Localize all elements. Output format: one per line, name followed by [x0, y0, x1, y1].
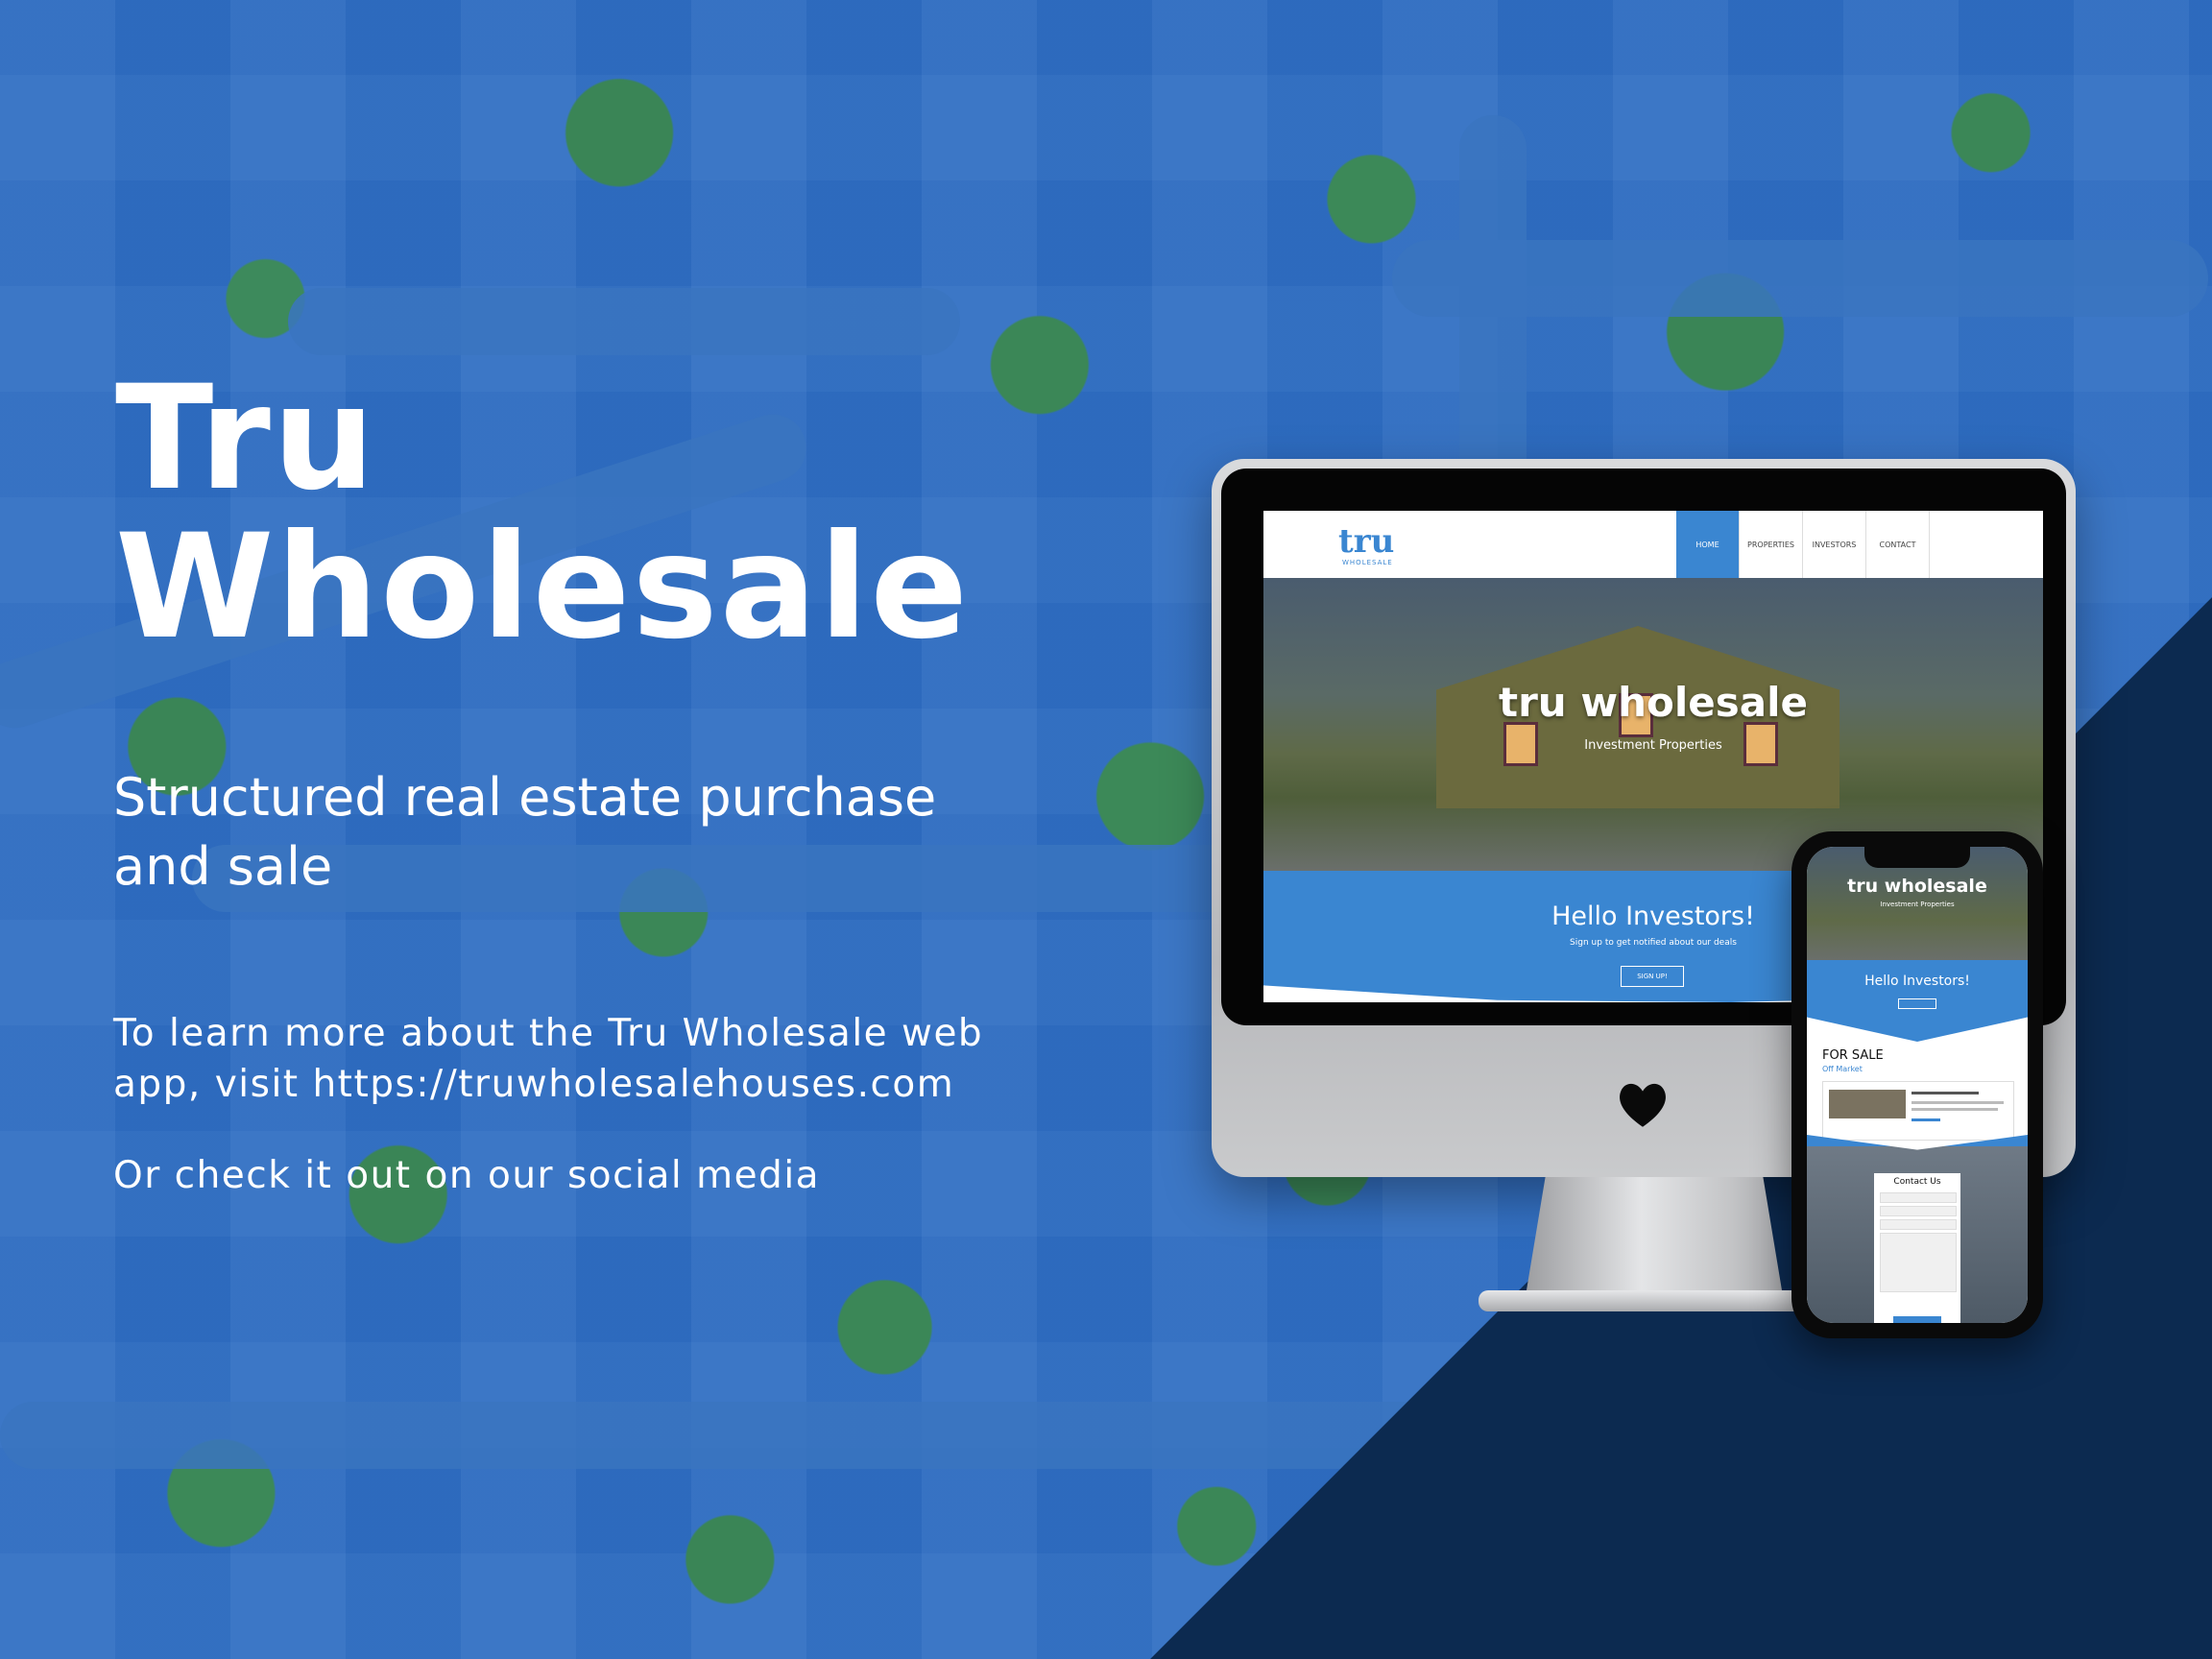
road [0, 1402, 1536, 1469]
monitor-stand [1525, 1177, 1784, 1302]
property-title-line [1911, 1092, 1979, 1094]
off-market-label: Off Market [1822, 1065, 1863, 1073]
site-navbar: tru WHOLESALE HOME PROPERTIES INVESTORS … [1263, 511, 2043, 578]
property-text-line [1911, 1108, 1998, 1111]
subtitle-line-2: and sale [113, 836, 333, 897]
name-field[interactable] [1880, 1192, 1957, 1203]
nav-contact[interactable]: CONTACT [1866, 511, 1930, 578]
sign-up-button[interactable]: SIGN UP! [1621, 966, 1684, 987]
subtitle-line-1: Structured real estate purchase [113, 767, 937, 828]
info-text: To learn more about the Tru Wholesale we… [113, 1008, 1073, 1110]
info-line-2: app, visit https://truwholesalehouses.co… [113, 1063, 955, 1106]
mobile-website-screen: tru wholesale Investment Properties Hell… [1807, 847, 2028, 1323]
mobile-sign-up-button[interactable] [1898, 998, 1936, 1009]
nav-investors[interactable]: INVESTORS [1803, 511, 1866, 578]
mobile-contact-section: Contact Us [1807, 1135, 2028, 1323]
property-image [1829, 1090, 1906, 1118]
page-title: Tru Wholesale [115, 365, 970, 662]
subtitle: Structured real estate purchase and sale [113, 763, 997, 902]
contact-form: Contact Us [1874, 1173, 1960, 1323]
site-logo[interactable]: tru [1338, 522, 1394, 561]
for-sale-heading: FOR SALE [1822, 1048, 1884, 1063]
message-field[interactable] [1880, 1233, 1957, 1292]
nav-properties[interactable]: PROPERTIES [1740, 511, 1803, 578]
property-card[interactable] [1822, 1081, 2014, 1141]
heart-icon [1620, 1083, 1666, 1127]
title-line-2: Wholesale [115, 504, 971, 671]
nav-home[interactable]: HOME [1676, 511, 1740, 578]
site-logo-subtext: WHOLESALE [1342, 559, 1393, 566]
monitor-stand-base [1479, 1290, 1843, 1311]
property-link[interactable] [1911, 1118, 1940, 1121]
phone-mockup: tru wholesale Investment Properties Hell… [1791, 831, 2043, 1338]
email-field[interactable] [1880, 1206, 1957, 1216]
road [1459, 115, 1527, 518]
mobile-hero-title: tru wholesale [1847, 876, 1987, 897]
site-hero-title: tru wholesale [1499, 679, 1808, 726]
site-hero: tru wholesale Investment Properties [1263, 578, 2043, 871]
site-nav-items: HOME PROPERTIES INVESTORS CONTACT [1676, 511, 1930, 578]
property-text-line [1911, 1101, 2004, 1104]
info-line-1: To learn more about the Tru Wholesale we… [113, 1012, 984, 1055]
mobile-hero-subtitle: Investment Properties [1880, 901, 1955, 908]
contact-form-title: Contact Us [1893, 1177, 1941, 1187]
mobile-band-title: Hello Investors! [1864, 974, 1970, 989]
road [288, 288, 960, 355]
site-hero-subtitle: Investment Properties [1584, 738, 1722, 753]
title-line-1: Tru [115, 355, 377, 522]
submit-button[interactable] [1893, 1316, 1941, 1323]
social-text: Or check it out on our social media [113, 1154, 821, 1197]
phone-field[interactable] [1880, 1219, 1957, 1230]
mobile-investors-band: Hello Investors! [1807, 960, 2028, 1042]
phone-notch [1864, 847, 1970, 868]
